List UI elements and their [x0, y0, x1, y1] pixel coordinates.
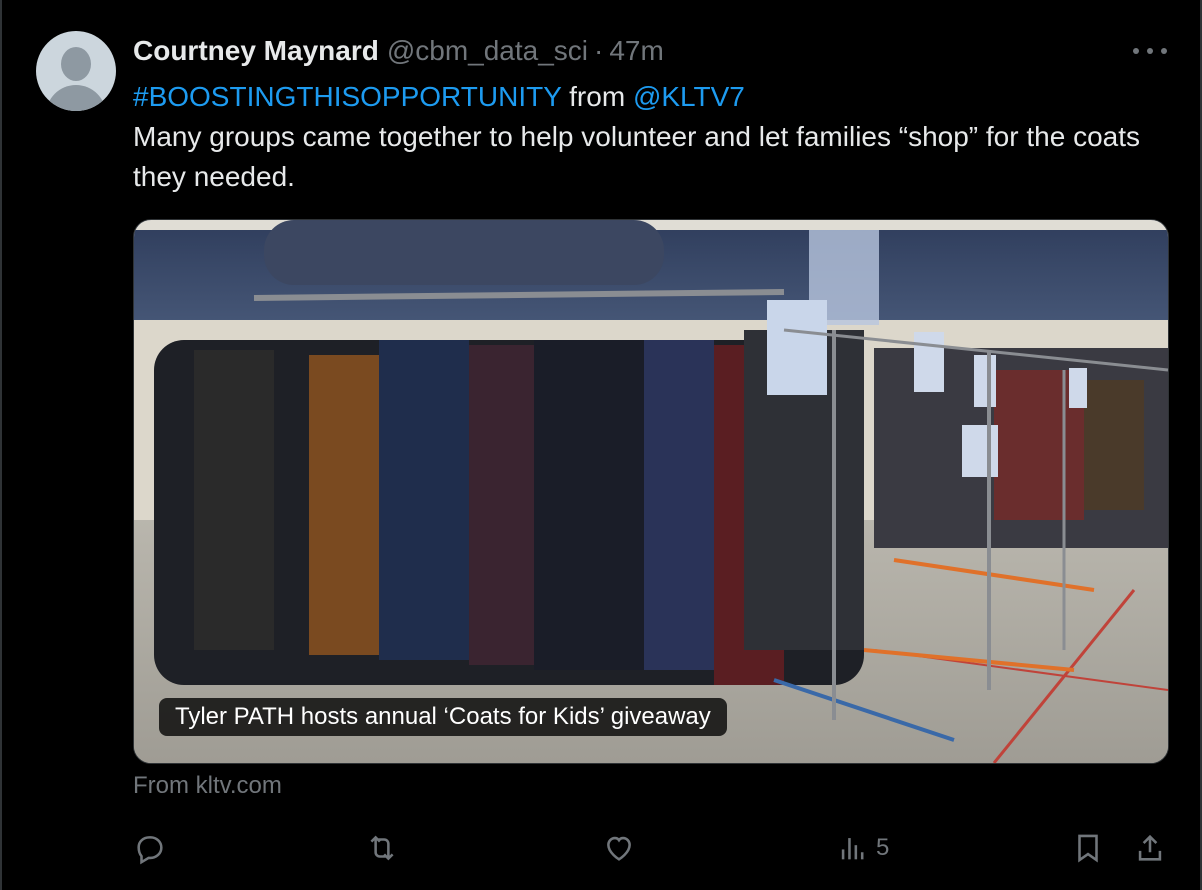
tweet-text: #BOOSTINGTHISOPPORTUNITY from @KLTV7 Man…	[133, 77, 1143, 197]
like-button[interactable]	[602, 826, 636, 870]
hashtag-link[interactable]: #BOOSTINGTHISOPPORTUNITY	[133, 81, 561, 112]
left-border	[0, 0, 2, 890]
from-word: from	[569, 81, 626, 112]
avatar-body	[46, 85, 106, 111]
reply-icon	[137, 836, 163, 865]
tweet-header: Courtney Maynard @cbm_data_sci · 47m	[133, 34, 664, 68]
author-name[interactable]: Courtney Maynard	[133, 35, 379, 67]
like-icon	[607, 836, 631, 861]
tweet-first-line: #BOOSTINGTHISOPPORTUNITY from @KLTV7	[133, 77, 1143, 117]
separator-dot: ·	[594, 35, 604, 66]
views-count: 5	[876, 834, 890, 861]
media-card[interactable]: Tyler PATH hosts annual ‘Coats for Kids’…	[133, 219, 1169, 764]
retweet-button[interactable]	[365, 826, 399, 870]
more-options-icon[interactable]	[1133, 36, 1167, 66]
bookmark-button[interactable]	[1071, 826, 1105, 870]
reply-button[interactable]	[133, 826, 167, 870]
mention-link[interactable]: @KLTV7	[633, 81, 745, 112]
avatar[interactable]	[36, 31, 116, 111]
tweet-body: Many groups came together to help volunt…	[133, 121, 1140, 192]
retweet-icon	[370, 835, 394, 861]
media-image	[134, 220, 1168, 763]
author-handle[interactable]: @cbm_data_sci	[387, 35, 588, 67]
views-icon	[841, 838, 864, 860]
action-bar: 5	[0, 826, 1202, 870]
bookmark-icon	[1078, 834, 1098, 863]
link-source[interactable]: From kltv.com	[133, 772, 282, 800]
views-button[interactable]: 5	[836, 826, 889, 870]
share-icon	[1138, 834, 1162, 861]
post-time[interactable]: 47m	[609, 35, 663, 67]
media-caption: Tyler PATH hosts annual ‘Coats for Kids’…	[159, 698, 727, 736]
avatar-head	[61, 47, 91, 81]
share-button[interactable]	[1133, 826, 1167, 870]
